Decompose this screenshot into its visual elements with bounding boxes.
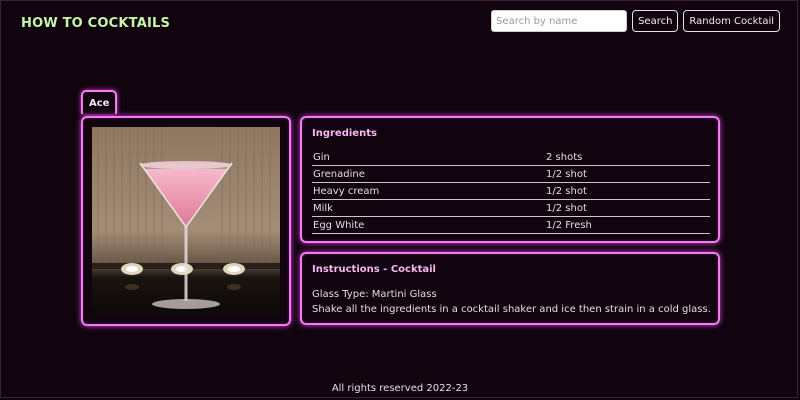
instructions-title: Instructions - Cocktail — [312, 264, 436, 275]
drink-image-card — [81, 116, 291, 326]
ingredient-name: Milk — [312, 199, 545, 217]
ingredient-measure: 1/2 Fresh — [545, 216, 710, 234]
ingredients-table: Gin 2 shots Grenadine 1/2 shot Heavy cream 1/… — [312, 149, 710, 234]
random-cocktail-button[interactable]: Random Cocktail — [683, 10, 780, 32]
ingredient-row: Milk 1/2 shot — [312, 199, 710, 217]
ingredient-name: Egg White — [312, 216, 545, 234]
cocktail-photo — [92, 127, 280, 315]
ingredient-measure: 2 shots — [545, 149, 710, 166]
ingredients-card: Ingredients Gin 2 shots Grenadine 1/2 shot H… — [300, 116, 720, 243]
ingredient-name: Grenadine — [312, 165, 545, 183]
instructions-text: Shake all the ingredients in a cocktail … — [312, 304, 711, 315]
search-input[interactable] — [491, 10, 628, 32]
tab-drink-name[interactable]: Ace — [81, 90, 118, 114]
ingredient-row: Egg White 1/2 Fresh — [312, 216, 710, 234]
instructions-card: Instructions - Cocktail Glass Type: Mart… — [300, 252, 720, 325]
ingredient-measure: 1/2 shot — [545, 165, 710, 183]
ingredient-row: Heavy cream 1/2 shot — [312, 182, 710, 200]
glass-type: Glass Type: Martini Glass — [312, 289, 437, 300]
ingredient-name: Heavy cream — [312, 182, 545, 200]
ingredients-title: Ingredients — [312, 128, 377, 139]
ingredient-row: Grenadine 1/2 shot — [312, 165, 710, 183]
ingredient-measure: 1/2 shot — [545, 199, 710, 217]
search-bar: Search Random Cocktail — [491, 10, 780, 32]
ingredient-row: Gin 2 shots — [312, 149, 710, 166]
footer-copyright: All rights reserved 2022-23 — [331, 383, 469, 394]
instructions-body: Glass Type: Martini Glass Shake all the … — [312, 287, 711, 317]
brand-title[interactable]: HOW TO COCKTAILS — [21, 16, 170, 31]
ingredient-name: Gin — [312, 149, 545, 166]
ingredient-measure: 1/2 shot — [545, 182, 710, 200]
search-button[interactable]: Search — [632, 10, 679, 32]
